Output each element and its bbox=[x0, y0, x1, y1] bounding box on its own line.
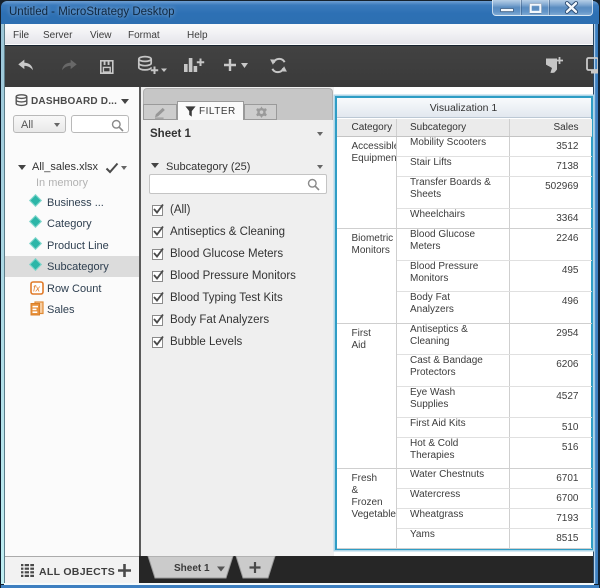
svg-text:Sheet 1: Sheet 1 bbox=[174, 563, 210, 574]
svg-text:fx: fx bbox=[33, 284, 41, 294]
